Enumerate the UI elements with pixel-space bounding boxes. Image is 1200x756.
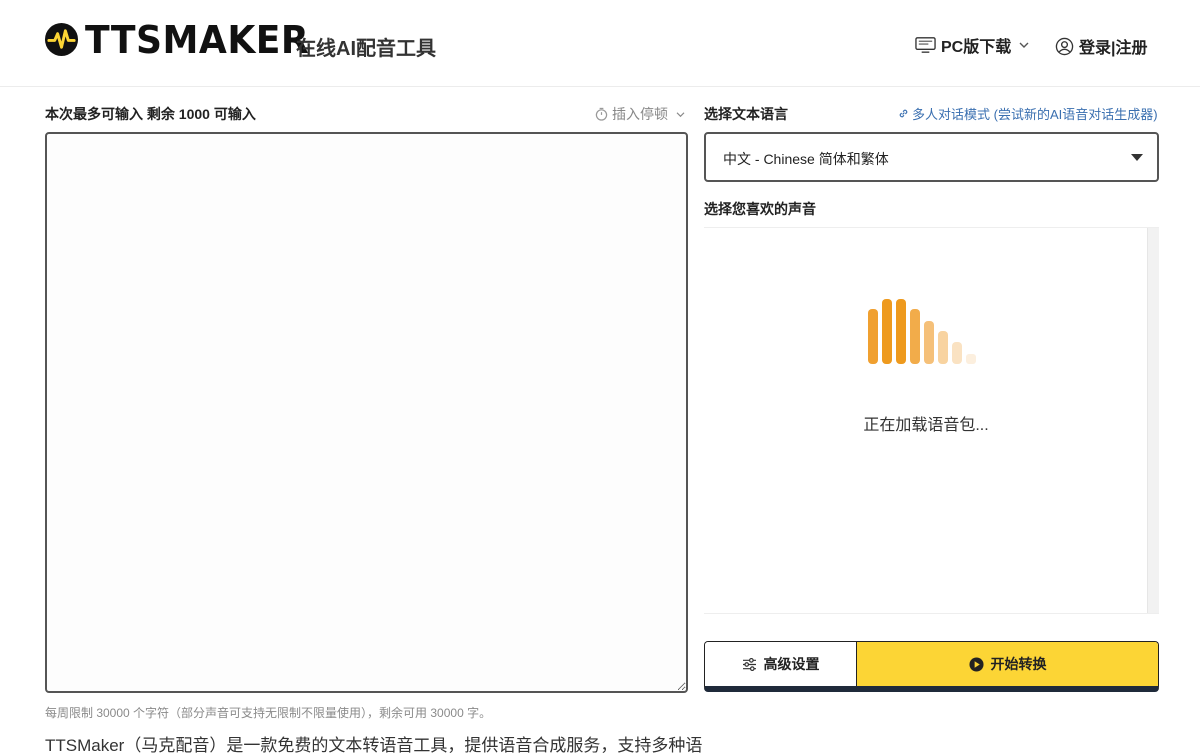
timer-icon (595, 107, 608, 121)
chevron-down-icon (1019, 42, 1029, 48)
caret-down-icon (1131, 154, 1143, 161)
voice-label: 选择您喜欢的声音 (704, 201, 816, 217)
play-circle-icon (968, 656, 984, 672)
language-label: 选择文本语言 (704, 106, 788, 122)
voice-list-scrollbar[interactable] (1147, 228, 1159, 613)
text-input[interactable] (45, 132, 688, 693)
intro-paragraph: TTSMaker（马克配音）是一款免费的文本转语音工具，提供语音合成服务，支持多… (45, 736, 703, 755)
advanced-settings-button[interactable]: 高级设置 (705, 642, 857, 686)
language-select[interactable]: 中文 - Chinese 简体和繁体 (704, 132, 1159, 182)
input-limit-hint: 本次最多可输入 剩余 1000 可输入 (45, 106, 256, 122)
voice-list-panel[interactable]: 正在加载语音包... (704, 227, 1159, 614)
weekly-limit-note: 每周限制 30000 个字符（部分声音可支持无限制不限量使用），剩余可用 300… (45, 706, 492, 720)
pc-download-menu[interactable]: PC版下载 (915, 33, 1029, 57)
advanced-settings-label: 高级设置 (763, 656, 820, 672)
start-convert-button[interactable]: 开始转换 (857, 642, 1158, 686)
start-convert-label: 开始转换 (990, 656, 1047, 672)
loading-bars-icon (868, 299, 976, 364)
user-icon (1055, 37, 1074, 55)
multi-speaker-label: 多人对话模式 (尝试新的AI语音对话生成器) (912, 107, 1158, 122)
header: TTSMAKER 在线AI配音工具 PC版下载 登录|注册 (0, 0, 1200, 87)
login-button[interactable]: 登录|注册 (1055, 34, 1147, 58)
multi-speaker-link[interactable]: 多人对话模式 (尝试新的AI语音对话生成器) (898, 104, 1158, 123)
loading-text: 正在加载语音包... (863, 417, 989, 434)
sliders-icon (742, 657, 756, 671)
action-bar: 高级设置 开始转换 (704, 641, 1159, 692)
insert-pause-label: 插入停顿 (612, 106, 668, 122)
language-selected: 中文 - Chinese 简体和繁体 (723, 151, 889, 167)
login-label: 登录|注册 (1079, 40, 1148, 57)
chevron-down-icon (676, 111, 685, 117)
link-icon (899, 109, 908, 118)
insert-pause-dropdown[interactable]: 插入停顿 (595, 104, 685, 124)
logo-text[interactable]: TTSMAKER (85, 18, 309, 62)
logo-icon[interactable] (44, 22, 79, 57)
monitor-icon (915, 37, 936, 53)
tagline: 在线AI配音工具 (296, 38, 436, 60)
pc-download-label: PC版下载 (941, 39, 1012, 56)
